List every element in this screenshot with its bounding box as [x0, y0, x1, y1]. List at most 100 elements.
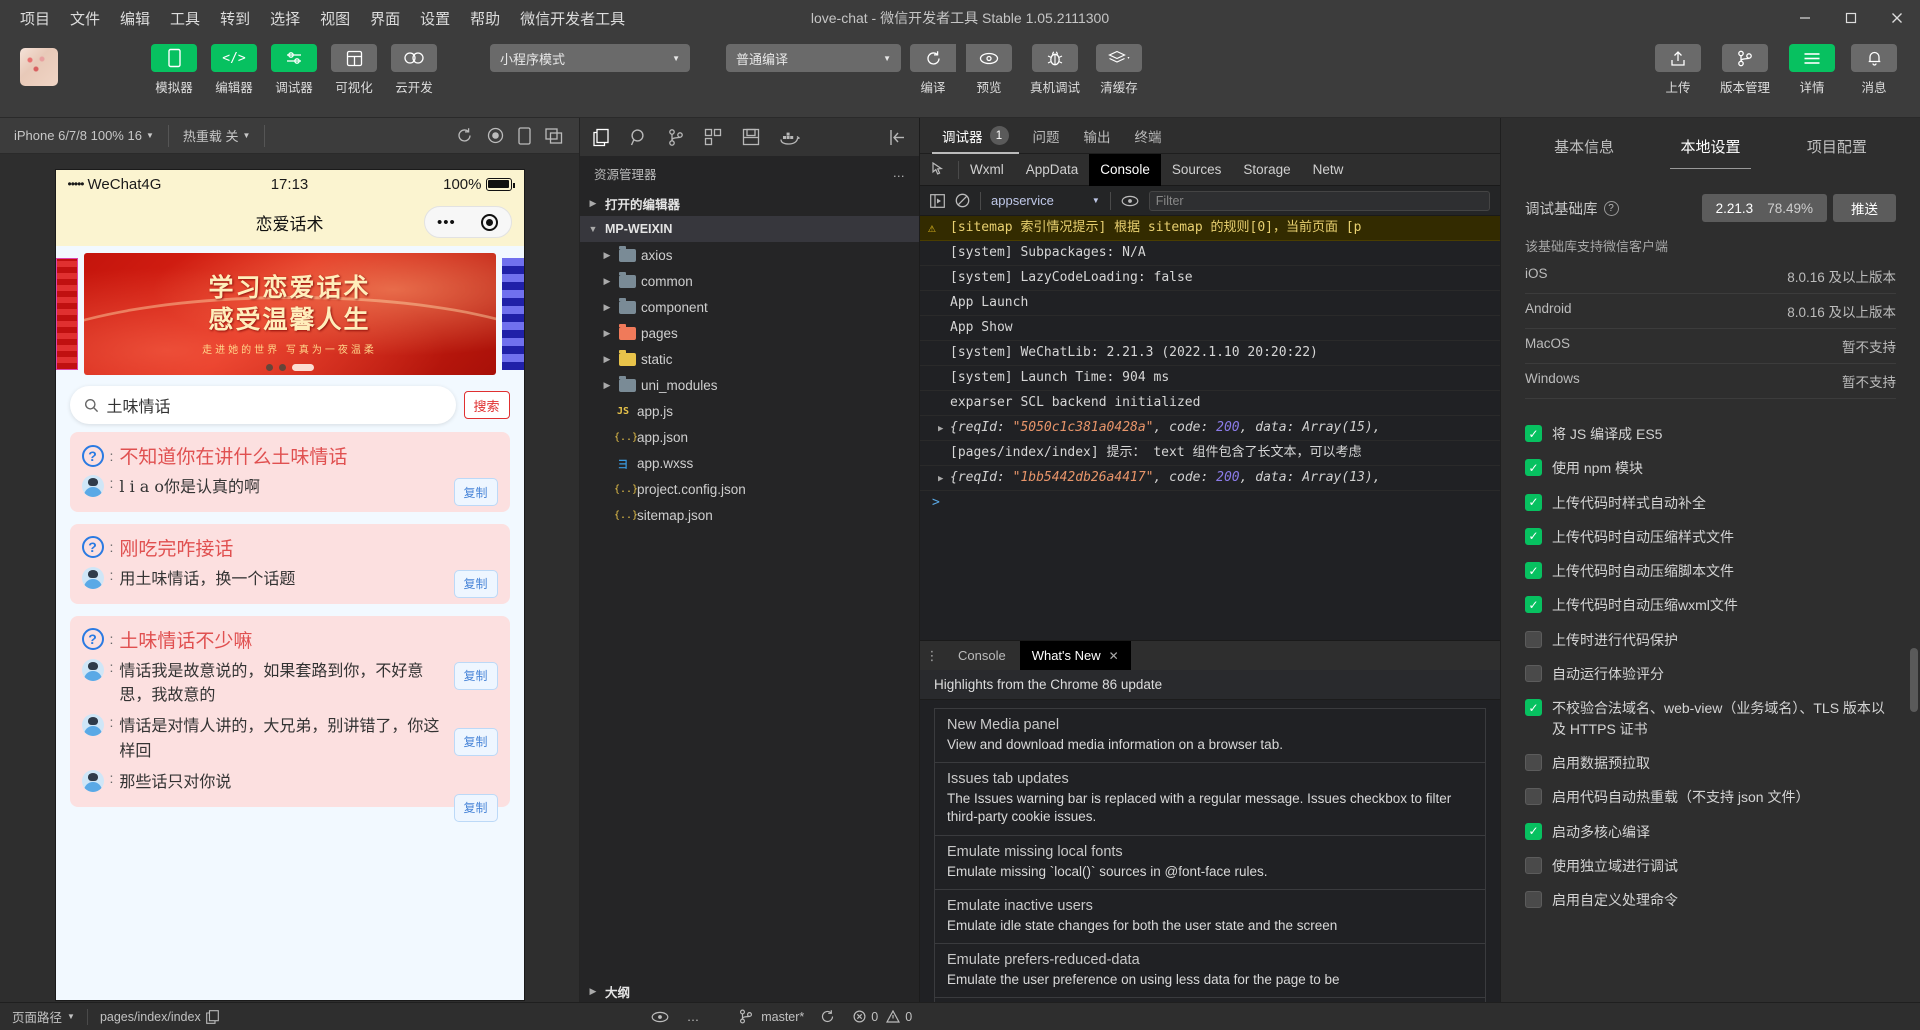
checkbox[interactable]	[1525, 562, 1542, 580]
debug-library-version-select[interactable]: 2.21.3 78.49%	[1701, 194, 1827, 222]
close-button[interactable]	[1874, 0, 1920, 36]
search-icon[interactable]	[630, 128, 648, 147]
docker-icon[interactable]	[780, 129, 800, 145]
tree-folder-static[interactable]: ▶ static	[580, 346, 919, 372]
extensions-icon[interactable]	[704, 128, 722, 146]
tree-file-app-json[interactable]: {..} app.json	[580, 424, 919, 450]
toolbar-editor[interactable]: </> 编辑器	[206, 44, 262, 96]
toolbar-simulator[interactable]: 模拟器	[146, 44, 202, 96]
checkbox-row-es5[interactable]: 将 JS 编译成 ES5	[1525, 417, 1896, 451]
drawer-menu-icon[interactable]: ⋮	[920, 649, 944, 662]
console-log-object[interactable]: ▶ {reqId: "5050c1c381a0428a", code: 200,…	[920, 416, 1500, 441]
copy-button[interactable]: 复制	[453, 569, 498, 598]
search-input[interactable]: 土味情话	[69, 386, 456, 424]
toolbar-upload[interactable]: 上传	[1650, 44, 1706, 96]
wechat-capsule[interactable]: •••	[423, 206, 512, 238]
expand-arrow-icon[interactable]: ▶	[938, 420, 943, 438]
carousel-dot[interactable]	[265, 364, 273, 371]
detach-window-icon[interactable]	[545, 127, 563, 144]
whats-new-item[interactable]: Emulate inactive users Emulate idle stat…	[934, 888, 1486, 944]
whats-new-item[interactable]: Issues tab updates The Issues warning ba…	[934, 762, 1486, 835]
checkbox-row-prefetch[interactable]: 启用数据预拉取	[1525, 746, 1896, 780]
checkbox-row-autoprefix[interactable]: 上传代码时样式自动补全	[1525, 486, 1896, 520]
carousel-dot-active[interactable]	[291, 364, 314, 371]
record-icon[interactable]	[487, 127, 504, 144]
carousel-dot[interactable]	[278, 364, 286, 371]
tab-output[interactable]: 输出	[1074, 118, 1121, 154]
menu-item-devtools[interactable]: 微信开发者工具	[510, 4, 635, 33]
tree-file-sitemap[interactable]: {..} sitemap.json	[580, 502, 919, 528]
checkbox[interactable]	[1525, 459, 1542, 477]
tree-file-project-config[interactable]: {..} project.config.json	[580, 476, 919, 502]
menu-item-file[interactable]: 文件	[60, 4, 110, 33]
expand-arrow-icon[interactable]: ▶	[938, 470, 943, 488]
copy-icon[interactable]	[205, 1009, 219, 1024]
tab-basic-info[interactable]: 基本信息	[1554, 122, 1614, 173]
tree-file-app-wxss[interactable]: 彐 app.wxss	[580, 450, 919, 476]
inspect-element-icon[interactable]	[920, 161, 958, 178]
settings-scrollbar[interactable]	[1910, 648, 1918, 712]
devtools-tab-network[interactable]: Netw	[1302, 154, 1355, 186]
checkbox[interactable]	[1525, 822, 1542, 840]
checkbox[interactable]	[1525, 596, 1542, 614]
status-branch-label[interactable]: master*	[761, 1010, 804, 1024]
copy-button[interactable]: 复制	[453, 727, 498, 756]
copy-button[interactable]: 复制	[453, 661, 498, 690]
tree-folder-uni-modules[interactable]: ▶ uni_modules	[580, 372, 919, 398]
checkbox-row-isolated-context[interactable]: 使用独立域进行调试	[1525, 849, 1896, 883]
whats-new-item[interactable]: Emulate prefers-reduced-data Emulate the…	[934, 943, 1486, 998]
checkbox[interactable]	[1525, 493, 1542, 511]
toolbar-cloud[interactable]: 云开发	[386, 44, 442, 96]
console-eye-icon[interactable]	[1121, 195, 1139, 207]
checkbox-row-code-protect[interactable]: 上传时进行代码保护	[1525, 623, 1896, 657]
status-errors[interactable]: 0	[853, 1010, 878, 1024]
devtools-tab-appdata[interactable]: AppData	[1015, 154, 1090, 186]
tree-folder-axios[interactable]: ▶ axios	[580, 242, 919, 268]
tree-folder-common[interactable]: ▶ common	[580, 268, 919, 294]
checkbox[interactable]	[1525, 630, 1542, 648]
menu-item-tools[interactable]: 工具	[160, 4, 210, 33]
checkbox[interactable]	[1525, 699, 1542, 717]
source-control-icon[interactable]	[668, 128, 684, 147]
whats-new-item[interactable]: New Media panel View and download media …	[934, 708, 1486, 763]
minimize-button[interactable]	[1782, 0, 1828, 36]
toolbar-debugger[interactable]: 调试器	[266, 44, 322, 96]
toolbar-details[interactable]: 详情	[1784, 44, 1840, 96]
console-input-prompt[interactable]: >	[920, 491, 1500, 516]
checkbox[interactable]	[1525, 753, 1542, 771]
devtools-tab-console[interactable]: Console	[1089, 153, 1161, 186]
console-context-select[interactable]: appservice ▼	[991, 193, 1100, 208]
tree-section-project[interactable]: ▼ MP-WEIXIN	[580, 216, 919, 242]
menu-item-goto[interactable]: 转到	[210, 4, 260, 33]
close-icon[interactable]: ✕	[1109, 649, 1119, 663]
status-eye-icon[interactable]	[651, 1011, 669, 1023]
explorer-icon[interactable]	[592, 128, 610, 147]
devtools-tab-sources[interactable]: Sources	[1161, 154, 1233, 186]
devtools-tab-storage[interactable]: Storage	[1232, 154, 1301, 186]
checkbox-row-multicore[interactable]: 启动多核心编译	[1525, 815, 1896, 849]
clear-console-icon[interactable]	[955, 193, 970, 208]
toolbar-preview[interactable]: 预览	[961, 44, 1017, 96]
device-select[interactable]: iPhone 6/7/8 100% 16 ▼	[0, 118, 168, 153]
checkbox[interactable]	[1525, 788, 1542, 806]
status-more-icon[interactable]: …	[687, 1010, 700, 1024]
toolbar-compile[interactable]: 编译	[905, 44, 961, 96]
checkbox-row-custom-command[interactable]: 启用自定义处理命令	[1525, 883, 1896, 917]
toolbar-visual[interactable]: 可视化	[326, 44, 382, 96]
save-all-icon[interactable]	[742, 128, 760, 146]
hot-reload-select[interactable]: 热重载 关 ▼	[169, 118, 265, 153]
checkbox-row-auto-audit[interactable]: 自动运行体验评分	[1525, 657, 1896, 691]
checkbox-row-npm[interactable]: 使用 npm 模块	[1525, 451, 1896, 485]
copy-button[interactable]: 复制	[453, 793, 498, 822]
checkbox[interactable]	[1525, 425, 1542, 442]
maximize-button[interactable]	[1828, 0, 1874, 36]
compile-select[interactable]: 普通编译 ▼	[726, 44, 901, 72]
capsule-menu-icon[interactable]: •••	[437, 214, 456, 231]
console-sidebar-icon[interactable]	[930, 193, 945, 208]
checkbox[interactable]	[1525, 665, 1542, 683]
mode-select[interactable]: 小程序模式 ▼	[490, 44, 690, 72]
tree-folder-pages[interactable]: ▶ pages	[580, 320, 919, 346]
toolbar-clear-cache[interactable]: 清缓存	[1087, 44, 1151, 96]
tab-local-settings[interactable]: 本地设置	[1670, 122, 1751, 173]
menu-item-help[interactable]: 帮助	[460, 4, 510, 33]
